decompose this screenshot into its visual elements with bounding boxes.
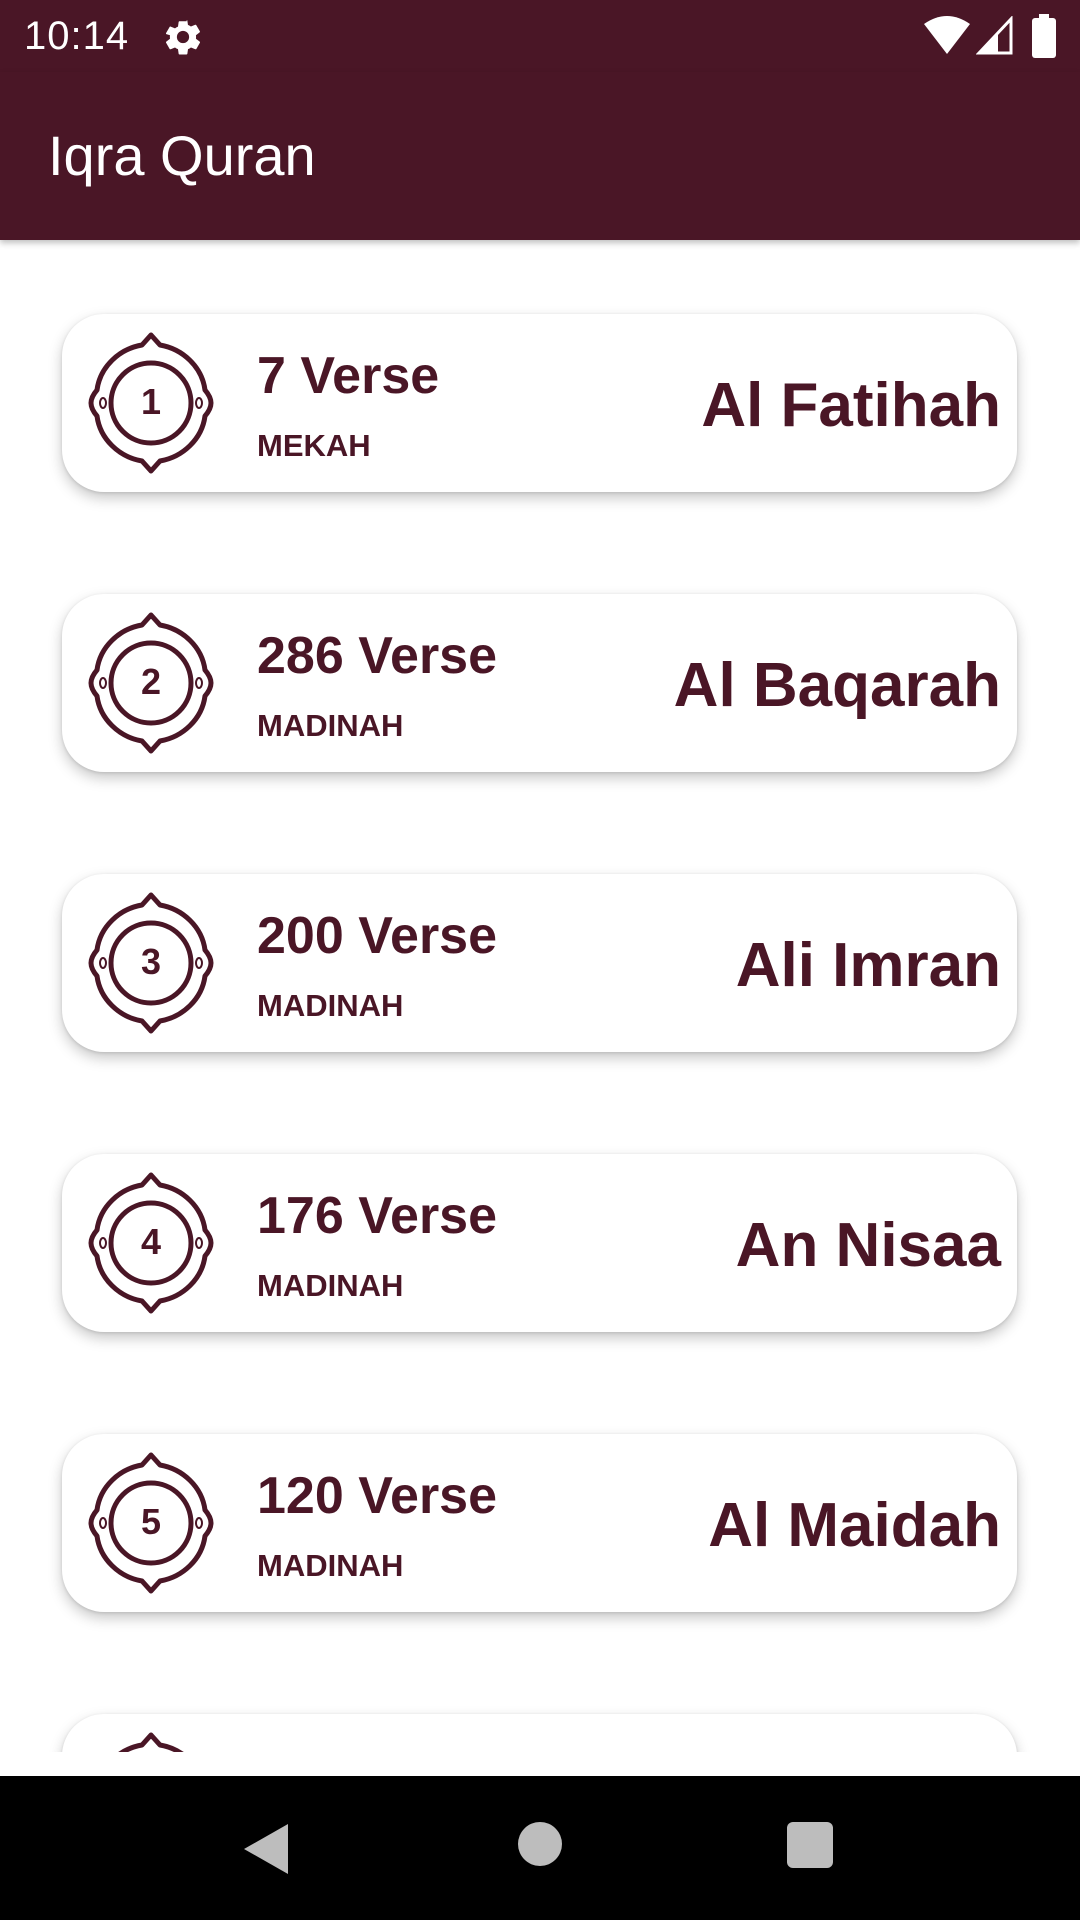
surah-number-emblem: 4 xyxy=(88,1172,214,1314)
revelation-place: MADINAH xyxy=(257,988,404,1023)
surah-card[interactable]: 5 120 Verse MADINAH Al Maidah xyxy=(62,1434,1017,1612)
app-bar: Iqra Quran xyxy=(0,72,1080,240)
revelation-place: MADINAH xyxy=(257,1268,404,1303)
wifi-icon xyxy=(924,16,970,54)
app-title: Iqra Quran xyxy=(48,124,316,187)
surah-card[interactable]: 2 286 Verse MADINAH Al Baqarah xyxy=(62,594,1017,772)
surah-card[interactable]: 1 7 Verse MEKAH Al Fatihah xyxy=(62,314,1017,492)
verse-count: 120 Verse xyxy=(257,1467,498,1525)
revelation-place: MEKAH xyxy=(257,428,371,463)
status-bar: 10:14 xyxy=(0,0,1080,72)
surah-number: 5 xyxy=(140,1501,162,1542)
recents-icon[interactable] xyxy=(787,1822,833,1868)
surah-card[interactable]: 4 176 Verse MADINAH An Nisaa xyxy=(62,1154,1017,1332)
verse-count: 286 Verse xyxy=(257,627,498,685)
surah-name: Al Fatihah xyxy=(701,371,1001,440)
surah-number-emblem: 5 xyxy=(88,1452,214,1594)
gear-icon xyxy=(165,20,201,55)
surah-card-partial[interactable] xyxy=(62,1714,1017,1752)
verse-count: 176 Verse xyxy=(257,1187,498,1245)
surah-number-emblem: 2 xyxy=(88,612,214,754)
surah-number-emblem: 1 xyxy=(88,332,214,474)
surah-card[interactable]: 3 200 Verse MADINAH Ali Imran xyxy=(62,874,1017,1052)
surah-name: Al Maidah xyxy=(708,1491,1001,1560)
surah-number: 4 xyxy=(140,1221,162,1262)
home-icon[interactable] xyxy=(518,1822,562,1866)
ornament-icon xyxy=(118,1732,184,1752)
status-time: 10:14 xyxy=(24,14,130,58)
navigation-bar xyxy=(0,1776,1080,1920)
revelation-place: MADINAH xyxy=(257,1548,404,1583)
signal-icon xyxy=(976,16,1013,55)
surah-number: 1 xyxy=(140,381,162,422)
verse-count: 200 Verse xyxy=(257,907,498,965)
back-icon[interactable] xyxy=(240,1820,298,1878)
surah-name: An Nisaa xyxy=(735,1211,1001,1280)
surah-number-emblem xyxy=(88,1732,214,1752)
surah-number: 2 xyxy=(140,661,162,702)
surah-number: 3 xyxy=(140,941,162,982)
verse-count: 7 Verse xyxy=(257,347,440,405)
surah-name: Al Baqarah xyxy=(673,651,1001,720)
surah-name: Ali Imran xyxy=(735,931,1001,1000)
surah-list[interactable]: 1 7 Verse MEKAH Al Fatihah 2 286 Verse M… xyxy=(0,240,1080,1752)
revelation-place: MADINAH xyxy=(257,708,404,743)
battery-icon xyxy=(1032,14,1056,58)
surah-number-emblem: 3 xyxy=(88,892,214,1034)
